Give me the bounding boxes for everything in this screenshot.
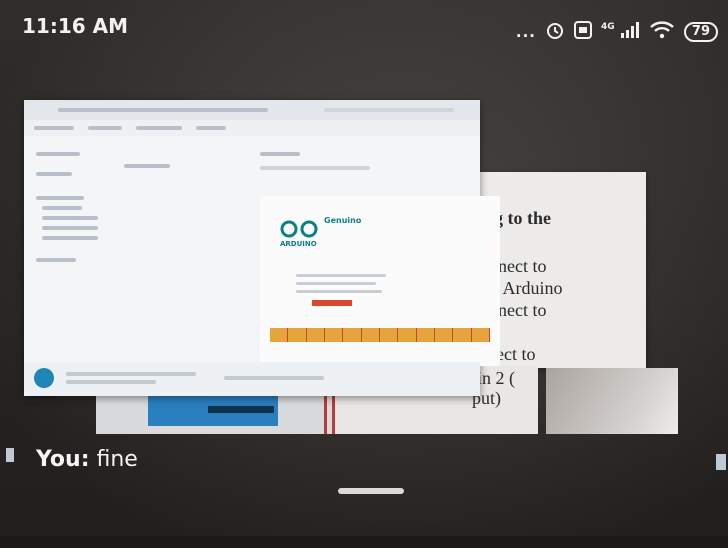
arduino-infinity-logo	[280, 220, 318, 238]
edge-indicator	[716, 454, 726, 470]
status-time: 11:16 AM	[22, 14, 129, 38]
board-header	[208, 406, 274, 413]
paper-line: nect to	[498, 300, 547, 320]
signal-icon: 4G	[601, 22, 640, 42]
window-titlebar	[24, 100, 480, 120]
network-type: 4G	[601, 22, 615, 32]
arduino-splash: Genuino ARDUINO	[260, 196, 500, 366]
wifi-icon	[649, 21, 675, 43]
paper-line: nect to	[498, 256, 547, 276]
chat-body: fine	[96, 447, 138, 472]
paper-line: ect to	[496, 344, 536, 364]
status-bar: 11:16 AM ... 4G 79	[0, 0, 728, 56]
genuino-wordmark: Genuino	[324, 216, 362, 225]
window-logo-icon	[34, 368, 54, 388]
more-dots: ...	[515, 23, 537, 41]
chat-sender: You:	[36, 447, 90, 472]
status-icons: ... 4G 79	[516, 20, 718, 44]
chat-indicator-icon	[6, 448, 14, 462]
paper-line: g to the	[494, 208, 551, 228]
home-indicator[interactable]	[338, 488, 404, 494]
window-toolbar	[24, 120, 480, 136]
chat-message: You: fine	[0, 444, 728, 476]
paper-line: : Arduino	[494, 278, 563, 298]
chat-text: You: fine	[36, 447, 138, 472]
alarm-icon	[545, 20, 565, 44]
bottom-edge	[0, 536, 728, 548]
column-header	[260, 152, 300, 156]
window-footer	[24, 362, 480, 396]
arduino-wordmark: ARDUINO	[280, 240, 317, 248]
splash-link	[312, 300, 352, 306]
battery-level: 79	[683, 22, 718, 42]
volte-icon	[574, 21, 593, 43]
folder-tree	[32, 144, 112, 344]
file-row	[124, 164, 170, 168]
file-row	[260, 166, 370, 170]
blurred-thumbnail	[546, 368, 678, 434]
color-strip	[270, 328, 490, 342]
screenshot-window: Genuino ARDUINO	[24, 100, 500, 396]
